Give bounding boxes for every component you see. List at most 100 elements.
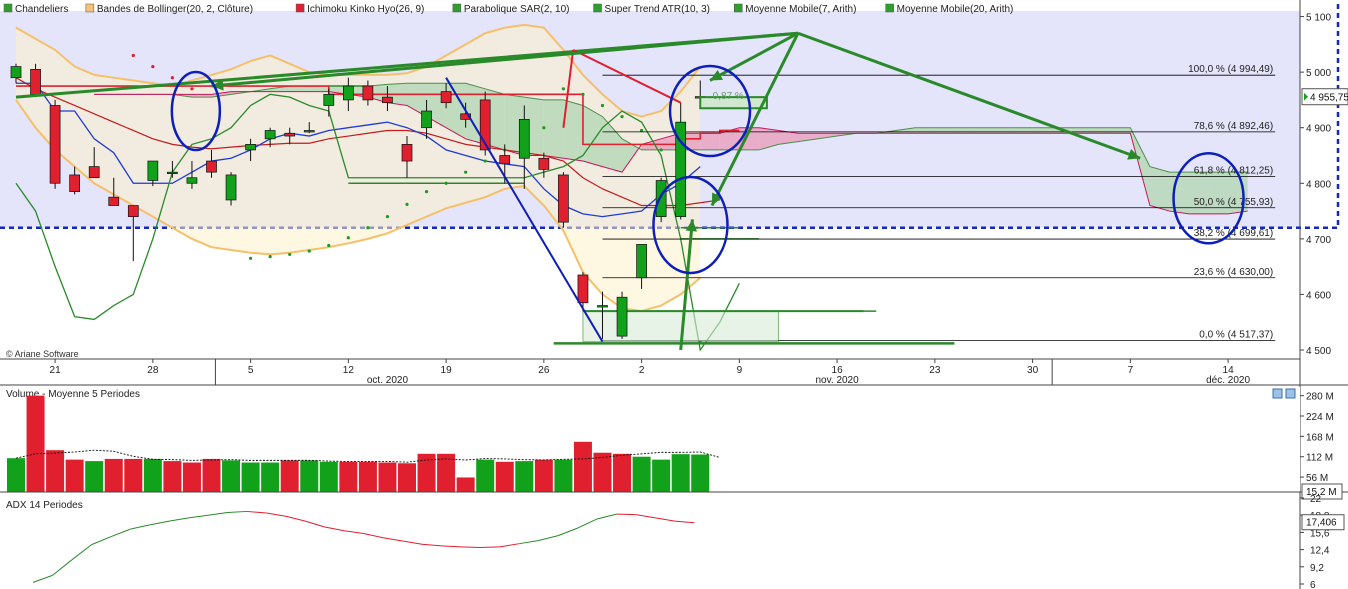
adx-line-segment: [460, 546, 481, 548]
volume-bar-up[interactable]: [632, 456, 651, 492]
sar-dot: [170, 76, 174, 80]
sar-dot: [288, 252, 292, 257]
candle-bullish[interactable]: [636, 244, 647, 279]
candle-bearish[interactable]: [49, 105, 61, 184]
candle-bullish[interactable]: [518, 119, 530, 159]
date-tick-label: 7: [1128, 365, 1134, 376]
minimize-icon[interactable]: [1272, 388, 1283, 399]
candle-bullish[interactable]: [303, 130, 315, 133]
candle-bearish[interactable]: [69, 174, 81, 192]
volume-bar-up[interactable]: [261, 462, 280, 492]
volume-bar-down[interactable]: [124, 458, 143, 492]
volume-bar-up[interactable]: [554, 459, 573, 492]
volume-bar-down[interactable]: [456, 477, 475, 492]
legend-swatch[interactable]: [885, 3, 894, 13]
volume-bar-up[interactable]: [241, 462, 260, 492]
candle-bearish[interactable]: [538, 157, 550, 170]
volume-bar-up[interactable]: [85, 461, 104, 492]
variation-label: 0,87 %: [713, 91, 744, 102]
legend-swatch[interactable]: [452, 3, 462, 13]
volume-bar-down[interactable]: [495, 461, 514, 492]
volume-bar-down[interactable]: [46, 450, 65, 492]
candle-bullish[interactable]: [616, 296, 628, 337]
volume-bar-down[interactable]: [280, 460, 299, 492]
volume-bar-up[interactable]: [319, 461, 338, 492]
volume-bar-down[interactable]: [573, 441, 592, 492]
legend-swatch[interactable]: [3, 3, 13, 13]
candle-bullish[interactable]: [167, 171, 178, 175]
volume-bar-up[interactable]: [300, 460, 319, 492]
candle-bearish[interactable]: [558, 174, 569, 223]
candle-bearish[interactable]: [108, 196, 120, 206]
volume-bar-down[interactable]: [65, 459, 84, 492]
volume-bar-up[interactable]: [222, 460, 241, 492]
sar-dot: [346, 236, 350, 240]
volume-bar-down[interactable]: [613, 453, 632, 492]
candle-bullish[interactable]: [147, 160, 159, 181]
legend-swatch[interactable]: [85, 3, 95, 13]
date-tick-label: 23: [929, 365, 941, 376]
candle-bearish[interactable]: [206, 160, 217, 173]
volume-bar-down[interactable]: [358, 461, 377, 492]
legend-swatch[interactable]: [734, 3, 743, 13]
date-tick-label: 28: [147, 365, 159, 376]
price-tick-label: 5 000: [1306, 68, 1331, 79]
legend-swatch[interactable]: [593, 3, 602, 13]
candle-bullish[interactable]: [264, 130, 276, 140]
sar-dot: [659, 148, 663, 152]
volume-bar-down[interactable]: [182, 462, 201, 492]
volume-bar-down[interactable]: [534, 459, 553, 492]
volume-bar-up[interactable]: [143, 458, 162, 492]
fibonacci-level-label: 0,0 % (4 517,37): [1199, 329, 1273, 340]
ichimoku-cloud-segment: [543, 99, 564, 159]
date-tick-label: 30: [1027, 365, 1039, 376]
candle-bullish[interactable]: [343, 85, 354, 101]
candle-bearish[interactable]: [30, 69, 41, 95]
adx-last-label: 17,406: [1306, 518, 1337, 529]
volume-panel[interactable]: Volume - Moyenne 5 Periodes 280 M 224 M 168…: [0, 387, 1348, 500]
volume-bar-down[interactable]: [417, 453, 436, 492]
volume-bar-up[interactable]: [476, 459, 495, 492]
volume-bar-up[interactable]: [515, 461, 534, 492]
candle-bullish[interactable]: [10, 66, 22, 79]
candle-bearish[interactable]: [284, 132, 296, 137]
candle-bullish[interactable]: [421, 110, 432, 129]
date-tick-label: 21: [50, 365, 62, 376]
adx-tick-label: 22: [1310, 494, 1322, 505]
legend-label: Moyenne Mobile(20, Arith): [897, 4, 1014, 15]
candle-bearish[interactable]: [401, 144, 413, 162]
volume-bar-down[interactable]: [202, 458, 221, 492]
legend-swatch[interactable]: [295, 3, 305, 13]
candle-bearish[interactable]: [440, 91, 452, 104]
volume-bar-down[interactable]: [104, 458, 123, 492]
candle-bearish[interactable]: [499, 155, 511, 165]
volume-bar-down[interactable]: [163, 461, 182, 492]
candle-bullish[interactable]: [225, 174, 237, 201]
volume-bar-up[interactable]: [691, 454, 710, 492]
close-icon[interactable]: [1285, 388, 1296, 399]
candle-bullish[interactable]: [597, 305, 608, 308]
volume-bar-up[interactable]: [671, 454, 690, 492]
volume-tick-label: 56 M: [1306, 473, 1328, 484]
candle-bullish[interactable]: [323, 94, 335, 106]
volume-bar-up[interactable]: [652, 459, 671, 492]
volume-bar-down[interactable]: [378, 462, 397, 492]
volume-bar-down[interactable]: [398, 463, 416, 492]
price-tick-label: 4 500: [1306, 346, 1331, 357]
volume-bar-up[interactable]: [7, 458, 25, 492]
ichimoku-cloud-segment: [993, 127, 1014, 134]
candle-bearish[interactable]: [127, 205, 139, 217]
candle-bearish[interactable]: [88, 166, 100, 179]
candle-bearish[interactable]: [362, 85, 374, 101]
candle-bearish[interactable]: [382, 96, 393, 104]
candle-bullish[interactable]: [245, 144, 256, 151]
candle-bullish[interactable]: [186, 177, 198, 184]
sar-dot: [190, 87, 194, 91]
date-tick-label: 9: [737, 365, 743, 376]
volume-bar-down[interactable]: [593, 452, 612, 492]
candle-bullish[interactable]: [655, 180, 667, 217]
candle-bearish[interactable]: [577, 274, 589, 304]
volume-bar-down[interactable]: [339, 461, 358, 492]
sar-dot: [483, 159, 487, 163]
volume-bar-down[interactable]: [26, 395, 45, 492]
